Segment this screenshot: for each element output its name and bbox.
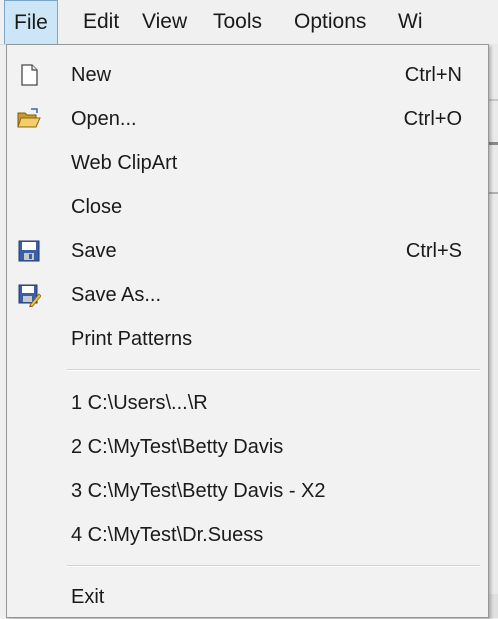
menu-file[interactable]: File [4,0,58,44]
menu-item-recent-file-2[interactable]: 2 C:\MyTest\Betty Davis [7,425,488,469]
menu-item-label: Open... [71,108,137,130]
window-frame-line [488,142,498,145]
menu-item-label: New [71,64,112,86]
menu-separator [67,369,480,371]
menu-item-label: 4 C:\MyTest\Dr.Suess [71,524,264,546]
menu-tools[interactable]: Tools [204,0,271,44]
menu-item-shortcut: Ctrl+S [405,240,462,262]
file-menu-dropdown: New Ctrl+N Open... Ctrl+O Web ClipArt Cl… [6,44,489,618]
menu-bar: File Edit View Tools Options Wi [0,0,498,45]
menu-item-label: Save As... [71,284,162,306]
menu-item-save[interactable]: Save Ctrl+S [7,229,488,273]
menu-item-shortcut: Ctrl+O [403,108,462,130]
menu-item-recent-file-4[interactable]: 4 C:\MyTest\Dr.Suess [7,513,488,557]
menu-item-shortcut: Ctrl+N [404,64,462,86]
menu-item-new[interactable]: New Ctrl+N [7,53,488,97]
save-as-icon [17,283,42,308]
new-document-icon [17,63,41,87]
menu-item-save-as[interactable]: Save As... [7,273,488,317]
menu-item-recent-file-1[interactable]: 1 C:\Users\...\R [7,381,488,425]
menu-edit[interactable]: Edit [74,0,128,44]
menu-item-label: Close [71,196,123,218]
window-frame-line [488,192,498,194]
menu-item-label: 1 C:\Users\...\R [71,392,208,414]
menu-item-close[interactable]: Close [7,185,488,229]
menu-item-label: 3 C:\MyTest\Betty Davis - X2 [71,480,326,502]
background-window-edge [488,44,498,618]
menu-item-label: 2 C:\MyTest\Betty Davis [71,436,284,458]
menu-window[interactable]: Wi [389,0,432,44]
window-frame-line [488,99,498,101]
save-disk-icon [17,239,41,263]
menu-separator [67,565,480,567]
menu-item-open[interactable]: Open... Ctrl+O [7,97,488,141]
menu-item-label: Exit [71,586,105,608]
menu-item-web-clipart[interactable]: Web ClipArt [7,141,488,185]
open-folder-icon [17,107,41,131]
menu-item-recent-file-3[interactable]: 3 C:\MyTest\Betty Davis - X2 [7,469,488,513]
menu-view[interactable]: View [133,0,196,44]
menu-item-label: Save [71,240,117,262]
menu-item-label: Web ClipArt [71,152,178,174]
menu-item-label: Print Patterns [71,328,193,350]
menu-item-exit[interactable]: Exit [7,575,488,619]
menu-item-print-patterns[interactable]: Print Patterns [7,317,488,361]
menu-options[interactable]: Options [285,0,375,44]
window-frame-block [488,594,498,618]
